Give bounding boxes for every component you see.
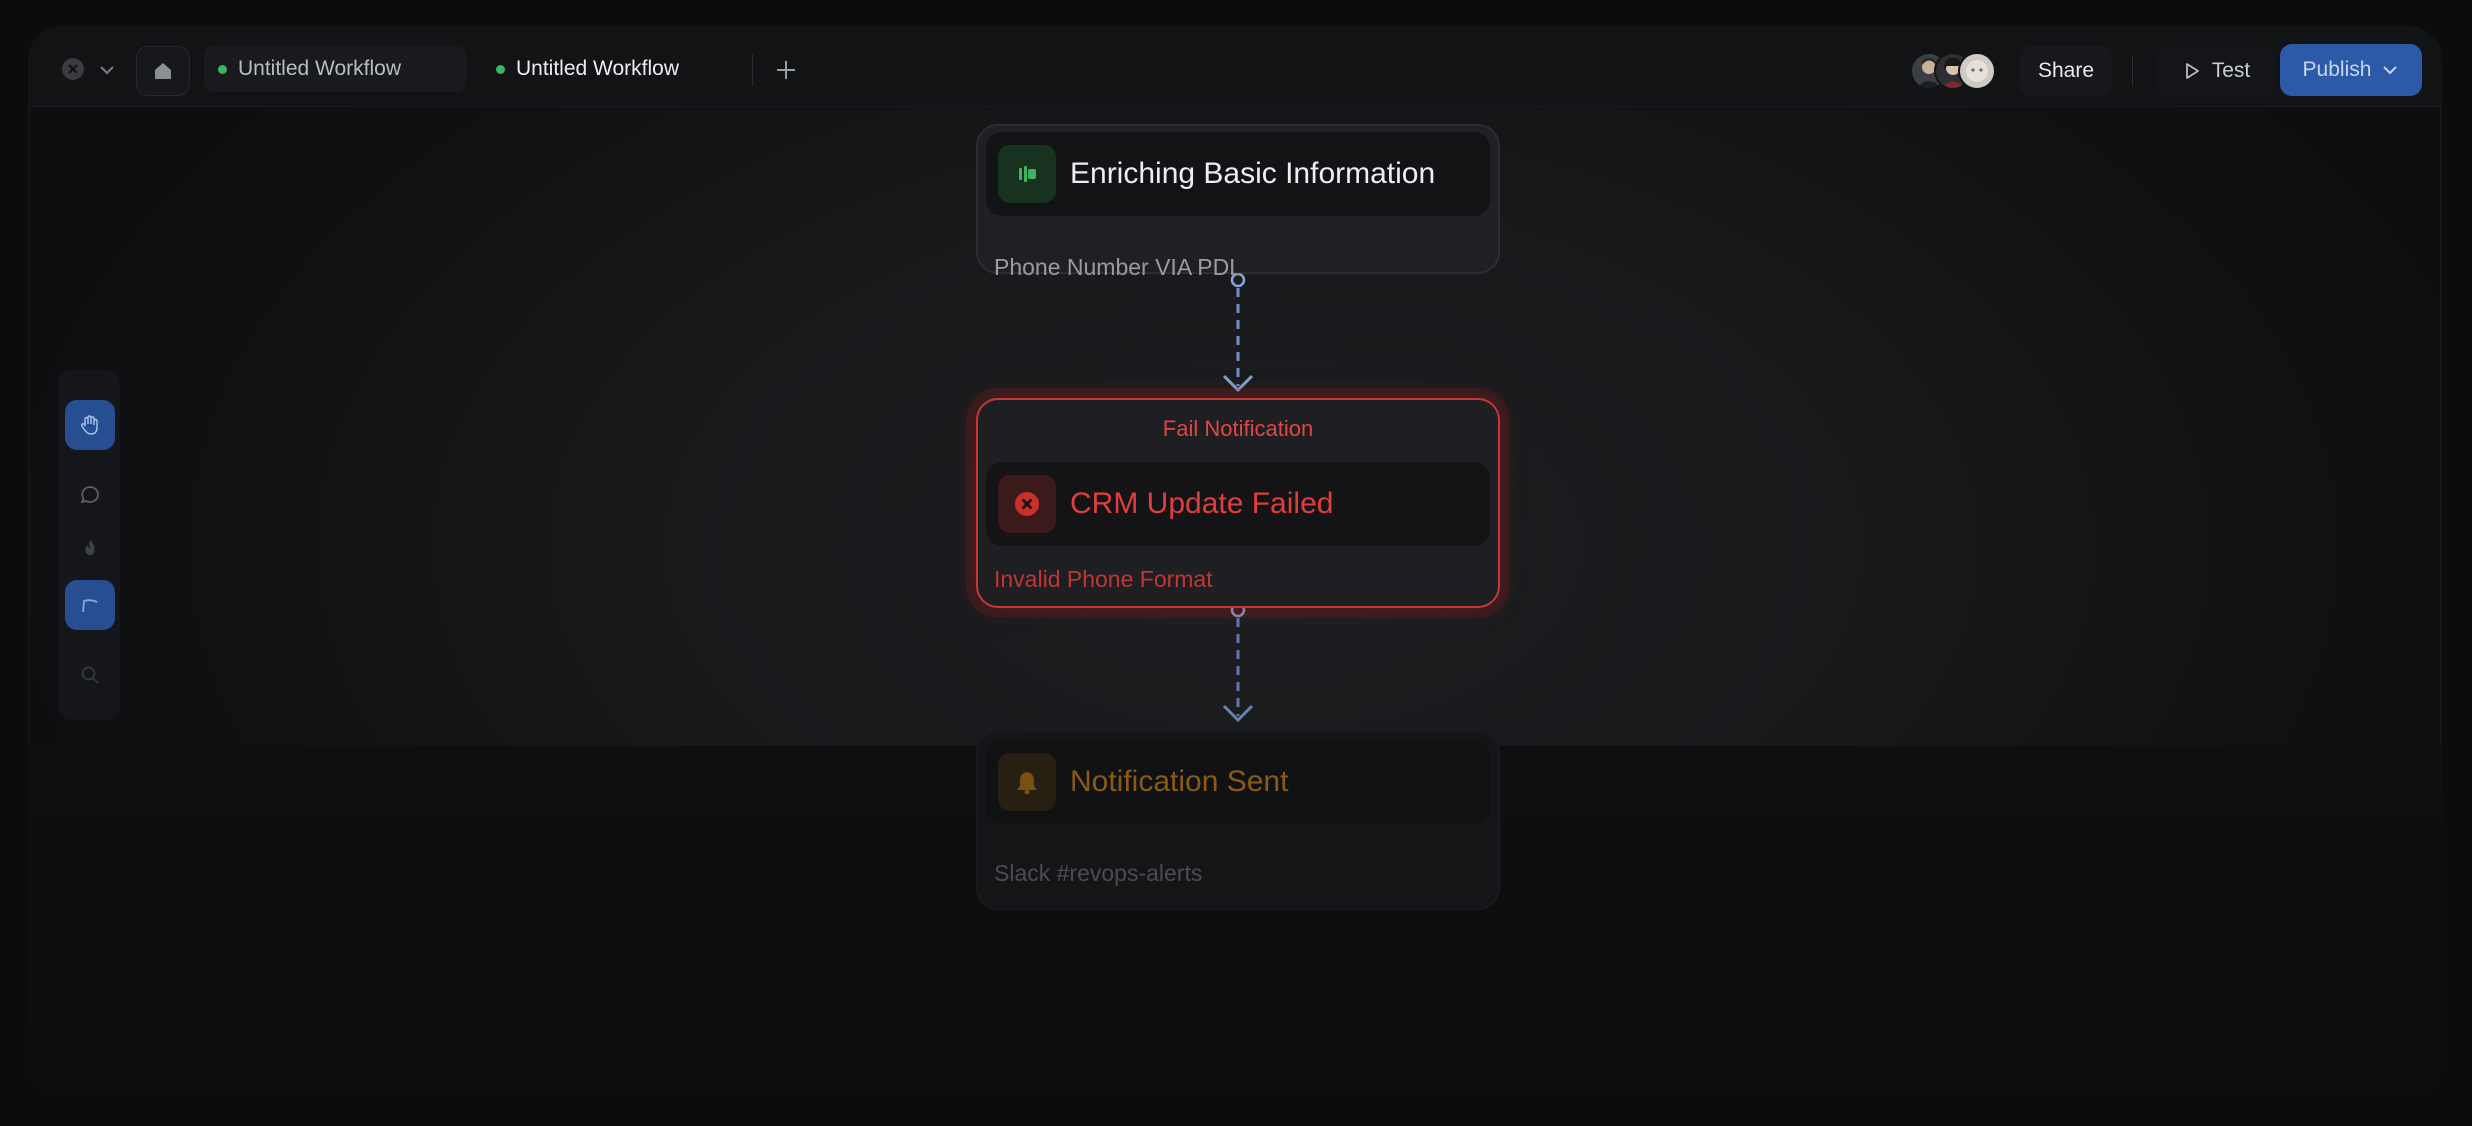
connector-2 <box>1222 602 1254 723</box>
slider-icon <box>998 145 1056 203</box>
node-header-label: Fail Notification <box>1162 416 1314 441</box>
error-icon <box>998 475 1056 533</box>
node-title: CRM Update Failed <box>1070 487 1334 520</box>
node-header: Enriching Basic Information <box>986 132 1490 216</box>
workflow-node-notification[interactable]: Notification Sent Slack #revops-alerts <box>976 730 1500 910</box>
node-title: Enriching Basic Information <box>1070 157 1436 190</box>
app-window: Untitled Workflow Untitled Workflow Shar… <box>28 26 2442 1096</box>
node-header: CRM Update Failed <box>986 462 1490 546</box>
connector-1 <box>1222 272 1254 393</box>
node-subtitle: Invalid Phone Format <box>994 566 1213 592</box>
bell-icon <box>998 753 1056 811</box>
node-subtitle: Phone Number VIA PDL <box>994 254 1243 280</box>
workflow-node-fail[interactable]: Fail Notification CRM Update Failed Inva… <box>976 398 1500 608</box>
workflow-node-enrich[interactable]: Enriching Basic Information Phone Number… <box>976 124 1500 280</box>
node-subtitle: Slack #revops-alerts <box>994 860 1203 886</box>
node-title: Notification Sent <box>1070 765 1289 798</box>
node-header: Notification Sent <box>986 740 1490 824</box>
